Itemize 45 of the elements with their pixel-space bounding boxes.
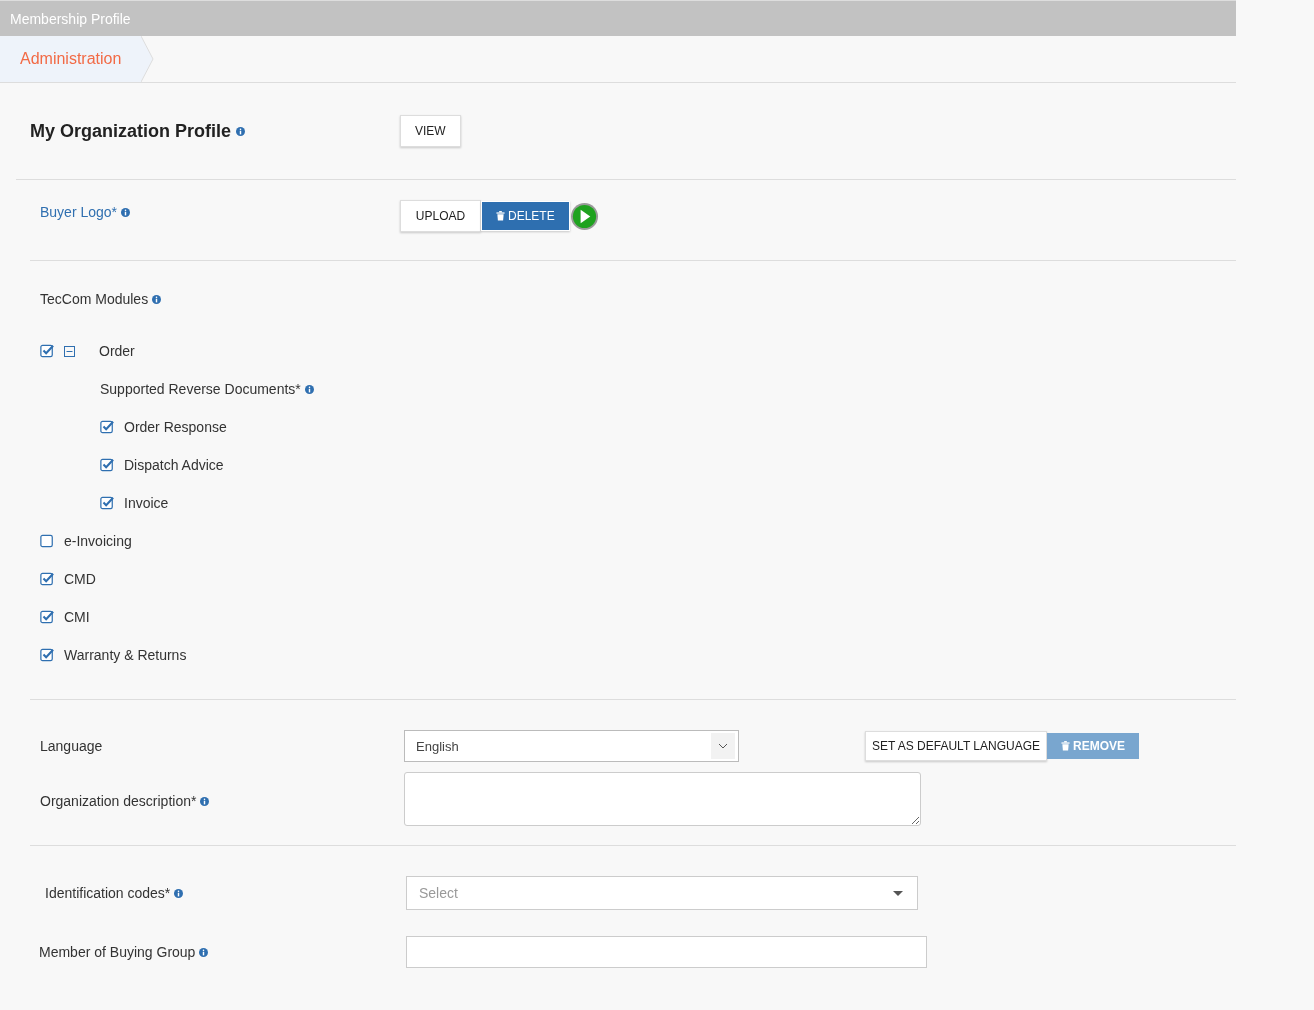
module-label: Order: [99, 343, 135, 359]
field-label: Identification codes*: [45, 885, 171, 901]
module-label: CMD: [64, 571, 96, 587]
page-title: Membership Profile: [0, 0, 1236, 36]
module-label: CMI: [64, 609, 90, 625]
field-label: Supported Reverse Documents*: [100, 381, 301, 397]
trash-icon: [1061, 741, 1070, 751]
info-icon: [152, 294, 162, 304]
section-title: My Organization Profile: [30, 120, 232, 142]
trash-icon: [496, 211, 505, 221]
buying-group-field[interactable]: [406, 936, 927, 968]
info-icon: [236, 126, 246, 136]
module-label: Order Response: [124, 419, 227, 435]
play-icon[interactable]: [569, 201, 599, 231]
set-default-language-button[interactable]: SET AS DEFAULT LANGUAGE: [864, 731, 1047, 761]
module-label: Dispatch Advice: [124, 457, 224, 473]
checkbox[interactable]: [40, 344, 54, 358]
info-icon: [121, 207, 131, 217]
module-label: Warranty & Returns: [64, 647, 187, 663]
upload-button[interactable]: UPLOAD: [400, 200, 481, 232]
checkbox[interactable]: [100, 420, 114, 434]
field-label: Language: [40, 738, 103, 754]
collapse-icon[interactable]: [64, 345, 75, 357]
field-label: TecCom Modules: [40, 291, 149, 307]
chevron-down-icon: [718, 743, 728, 749]
info-icon: [200, 796, 210, 806]
checkbox[interactable]: [40, 610, 54, 624]
description-field[interactable]: [404, 772, 921, 826]
module-label: Invoice: [124, 495, 169, 511]
delete-button[interactable]: DELETE: [481, 201, 570, 231]
view-button[interactable]: VIEW: [400, 115, 461, 147]
info-icon: [304, 384, 314, 394]
caret-icon: [893, 890, 903, 896]
checkbox[interactable]: [40, 572, 54, 586]
checkbox[interactable]: [100, 496, 114, 510]
language-dropdown[interactable]: English: [404, 730, 739, 762]
checkbox[interactable]: [40, 648, 54, 662]
field-label: Organization description*: [40, 793, 197, 809]
info-icon: [174, 888, 184, 898]
module-label: e-Invoicing: [64, 533, 132, 549]
checkbox[interactable]: [40, 534, 54, 548]
info-icon: [199, 947, 209, 957]
field-label: Buyer Logo*: [40, 204, 118, 220]
field-label: Member of Buying Group: [39, 944, 196, 960]
checkbox[interactable]: [100, 458, 114, 472]
